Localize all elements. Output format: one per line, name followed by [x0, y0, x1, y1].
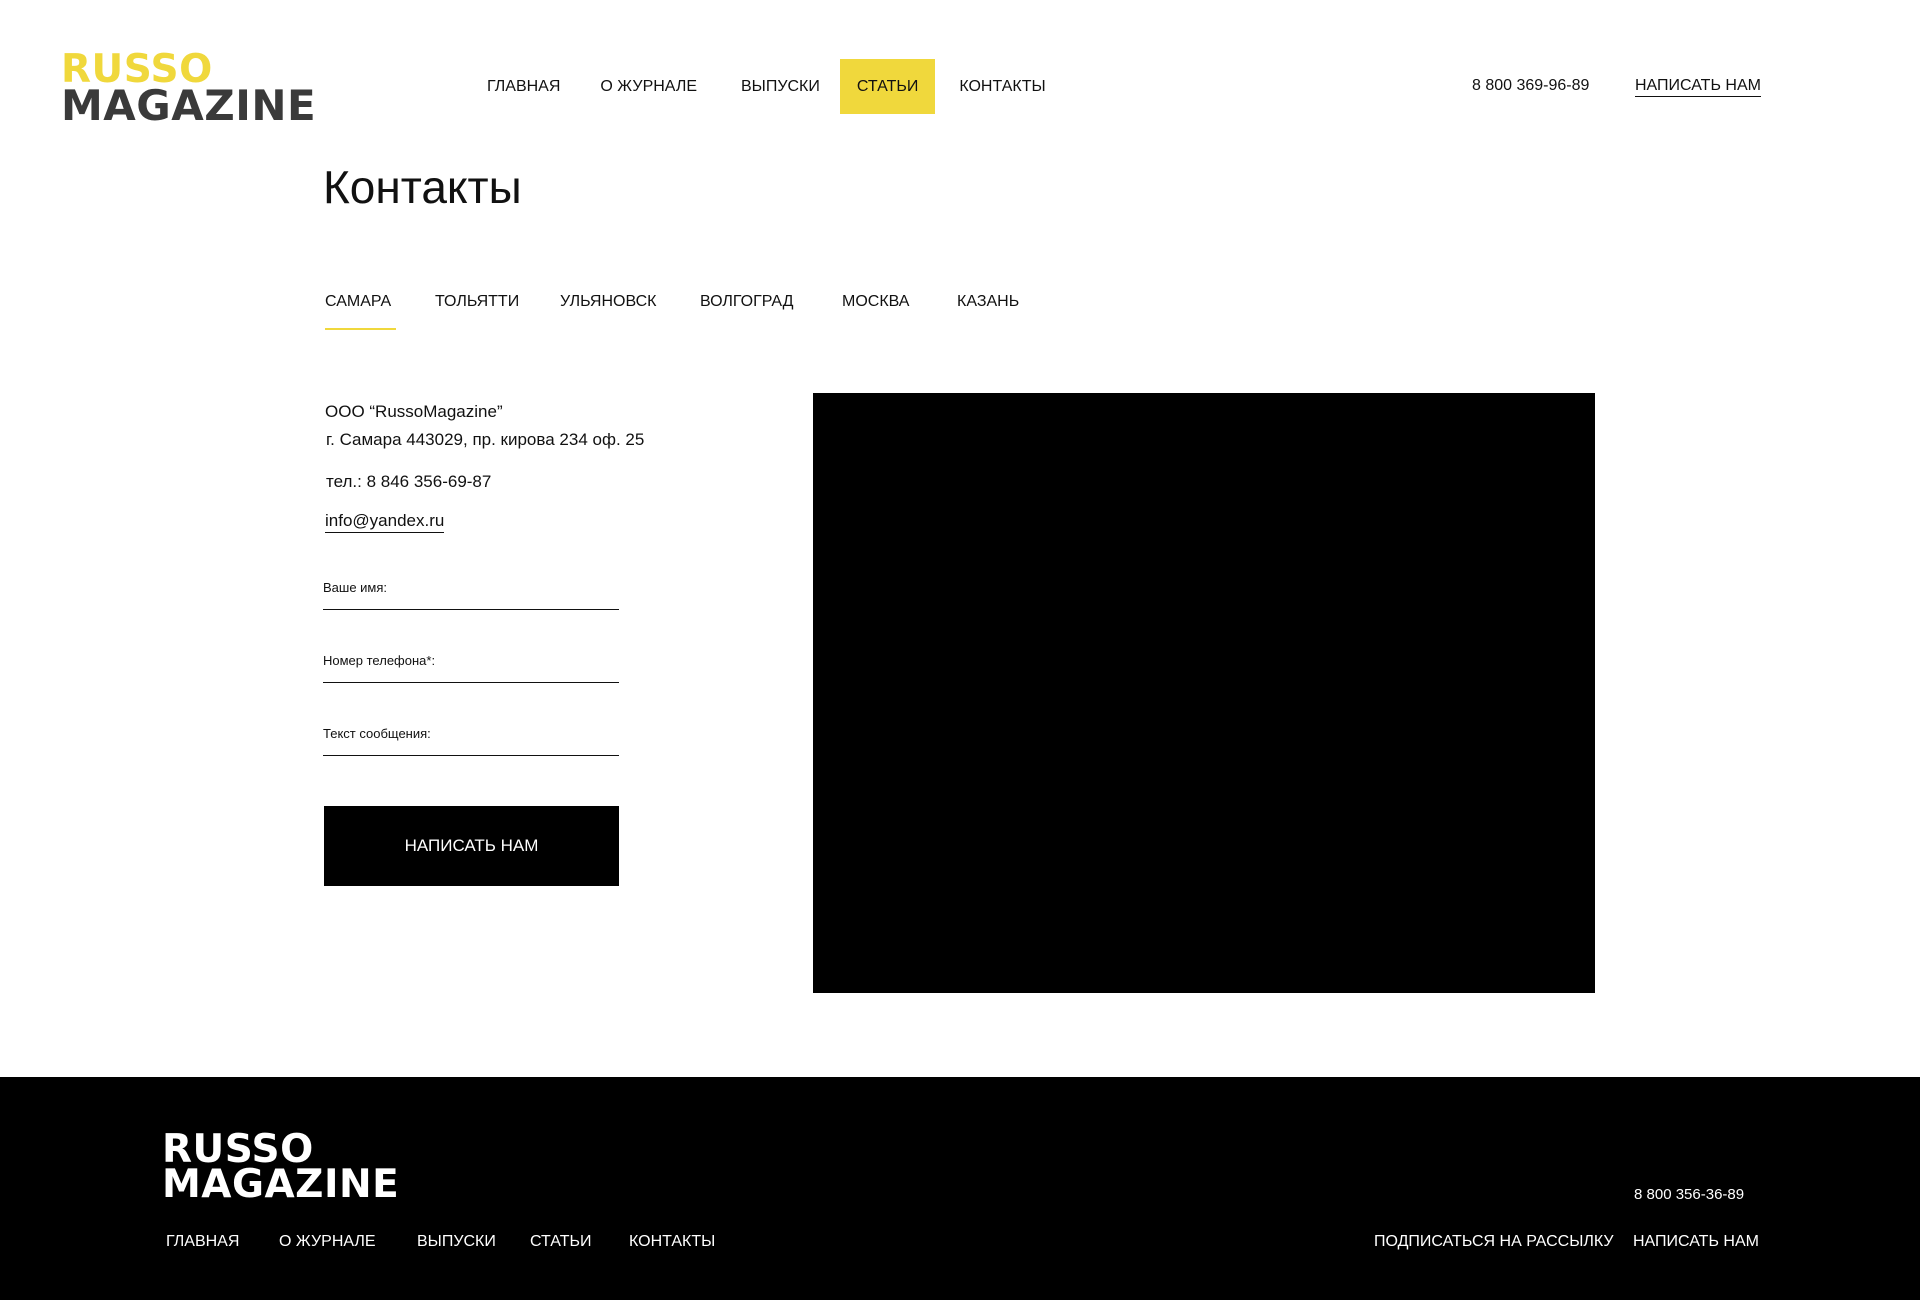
name-field-label: Ваше имя:	[323, 580, 388, 595]
phone-field-label: Номер телефона*:	[323, 653, 436, 668]
tab-ulyanovsk[interactable]: УЛЬЯНОВСК	[560, 293, 656, 311]
site-footer: RUSSO MAGAZINE ГЛАВНАЯ О ЖУРНАЛЕ ВЫПУСКИ…	[0, 1077, 1920, 1300]
message-field[interactable]: Текст сообщения:	[323, 726, 619, 756]
logo[interactable]: RUSSO MAGAZINE	[61, 50, 316, 127]
email-link[interactable]: info@yandex.ru	[325, 511, 445, 533]
phone-field[interactable]: Номер телефона*:	[323, 653, 619, 683]
map-embed[interactable]	[813, 393, 1595, 993]
phone-input[interactable]	[433, 653, 613, 677]
footer-nav-home[interactable]: ГЛАВНАЯ	[166, 1233, 239, 1251]
submit-button[interactable]: НАПИСАТЬ НАМ	[324, 806, 619, 886]
company-name: ООО “RussoMagazine”	[325, 402, 503, 421]
message-field-label: Текст сообщения:	[323, 726, 431, 741]
company-address: г. Самара 443029, пр. кирова 234 оф. 25	[326, 430, 645, 449]
footer-logo[interactable]: RUSSO MAGAZINE	[162, 1127, 400, 1207]
nav-item-about[interactable]: О ЖУРНАЛЕ	[583, 59, 714, 114]
tab-samara[interactable]: САМАРА	[325, 293, 397, 330]
logo-line-magazine: MAGAZINE	[61, 81, 317, 130]
footer-nav-articles[interactable]: СТАТЬИ	[530, 1233, 591, 1251]
nav-item-issues[interactable]: ВЫПУСКИ	[724, 59, 837, 114]
tab-volgograd[interactable]: ВОЛГОГРАД	[700, 293, 793, 311]
header-write-us-link[interactable]: НАПИСАТЬ НАМ	[1635, 77, 1761, 97]
nav-item-contacts[interactable]: КОНТАКТЫ	[942, 59, 1062, 114]
name-field[interactable]: Ваше имя:	[323, 580, 619, 610]
footer-nav-contacts[interactable]: КОНТАКТЫ	[629, 1233, 715, 1251]
footer-nav-about[interactable]: О ЖУРНАЛЕ	[279, 1233, 376, 1251]
name-input[interactable]	[433, 580, 613, 604]
footer-phone-link[interactable]: 8 800 356-36-89	[1634, 1186, 1744, 1203]
message-input[interactable]	[433, 726, 613, 750]
nav-item-articles[interactable]: СТАТЬИ	[839, 59, 936, 114]
footer-nav-issues[interactable]: ВЫПУСКИ	[417, 1233, 496, 1251]
tab-moscow[interactable]: МОСКВА	[842, 293, 909, 311]
tab-tolyatti[interactable]: ТОЛЬЯТТИ	[435, 293, 519, 311]
main-nav: ГЛАВНАЯ О ЖУРНАЛЕ ВЫПУСКИ СТАТЬИ КОНТАКТ…	[470, 59, 1063, 114]
footer-logo-line-russo: RUSSO	[162, 1127, 314, 1172]
footer-write-us-link[interactable]: НАПИСАТЬ НАМ	[1633, 1233, 1759, 1251]
header-phone-link[interactable]: 8 800 369-96-89	[1472, 77, 1589, 95]
nav-item-home[interactable]: ГЛАВНАЯ	[470, 59, 577, 114]
page-title: Контакты	[323, 161, 522, 213]
company-phone: тел.: 8 846 356-69-87	[326, 472, 492, 491]
tab-kazan[interactable]: КАЗАНЬ	[957, 293, 1019, 311]
footer-subscribe-link[interactable]: ПОДПИСАТЬСЯ НА РАССЫЛКУ	[1374, 1233, 1614, 1251]
footer-logo-line-magazine: MAGAZINE	[162, 1162, 400, 1207]
site-header: RUSSO MAGAZINE ГЛАВНАЯ О ЖУРНАЛЕ ВЫПУСКИ…	[0, 0, 1920, 140]
